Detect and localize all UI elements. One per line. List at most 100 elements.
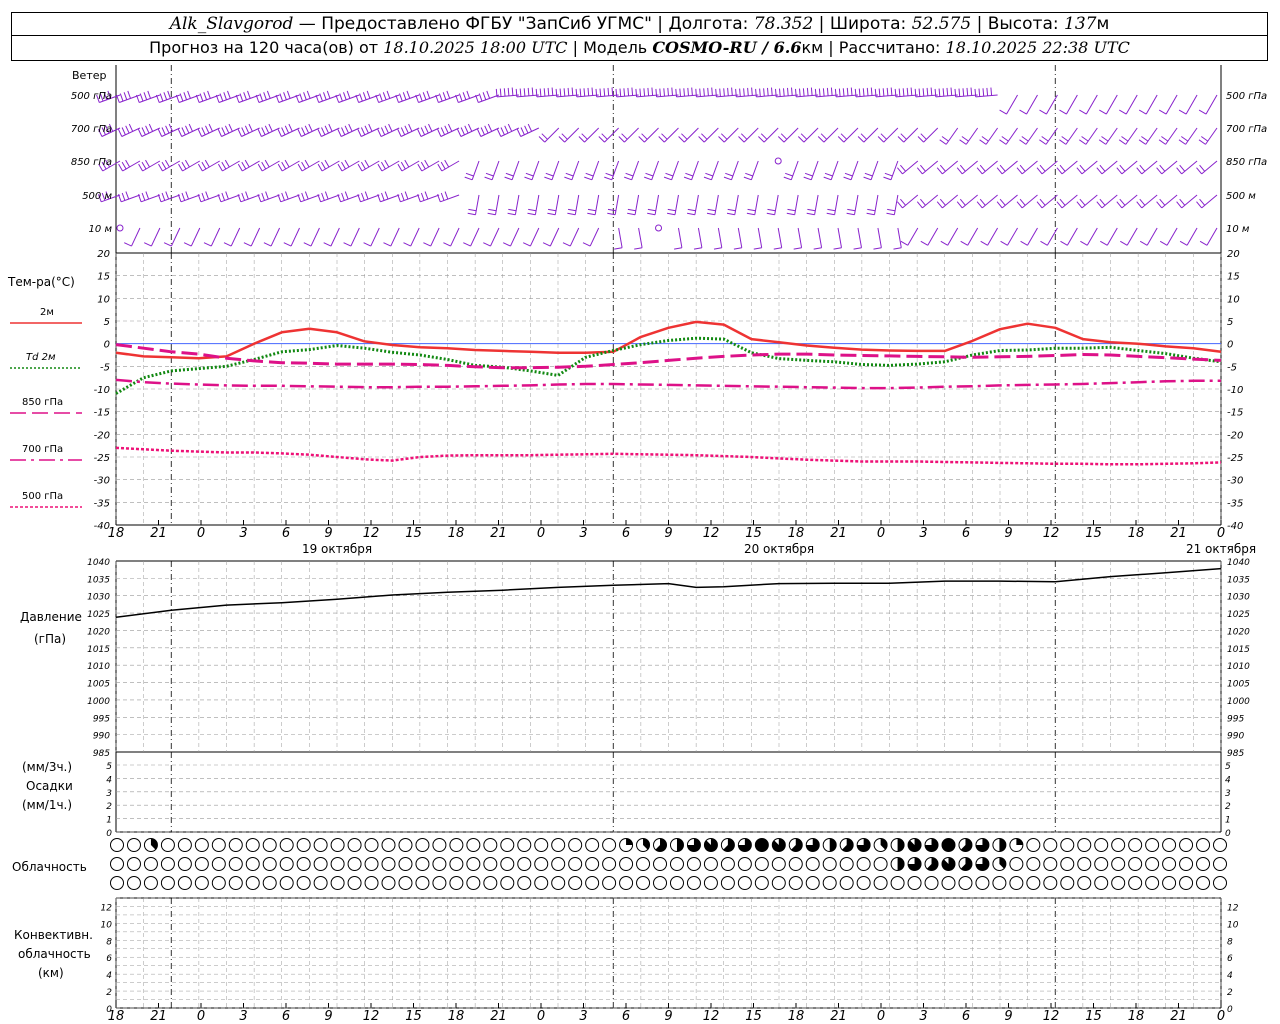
wind-barb-flag bbox=[360, 161, 366, 170]
wind-barb-flag bbox=[1119, 198, 1126, 206]
wind-barb-flag bbox=[468, 208, 477, 212]
cloud-circle bbox=[1060, 857, 1075, 871]
cloud-circle bbox=[211, 876, 226, 890]
wind-barb-shaft bbox=[1101, 194, 1118, 209]
wind-barb-shaft bbox=[1185, 127, 1198, 145]
wind-barb-shaft bbox=[614, 194, 620, 215]
cloud-circle bbox=[602, 857, 617, 871]
wind-barb-flag bbox=[1019, 198, 1026, 206]
cloud-circle bbox=[143, 857, 158, 871]
wind-barb-flag bbox=[524, 125, 529, 134]
wind-barb-flag bbox=[1159, 198, 1166, 206]
wind-barb-shaft bbox=[1041, 194, 1058, 209]
wind-barb-flag bbox=[304, 125, 310, 134]
cloud-circle bbox=[177, 857, 192, 871]
wind-barb-flag bbox=[800, 133, 808, 140]
wind-barb-flag bbox=[679, 88, 681, 97]
wind-barb-flag bbox=[408, 123, 413, 132]
wind-barb-flag bbox=[201, 192, 206, 201]
cloud-circle bbox=[279, 857, 294, 871]
wind-barb-flag bbox=[281, 161, 287, 170]
wind-barb-flag bbox=[806, 212, 815, 216]
wind-barb-flag bbox=[357, 163, 363, 172]
wind-barb-flag bbox=[306, 90, 311, 99]
wind-barb-flag bbox=[883, 176, 892, 181]
wind-barb-flag bbox=[555, 88, 558, 97]
wind-barb-shaft bbox=[341, 160, 360, 172]
day-label-0: 19 октября bbox=[302, 542, 372, 556]
wind-barb-flag bbox=[731, 87, 733, 96]
wind-barb-flag bbox=[603, 88, 606, 97]
wind-barb-flag bbox=[364, 159, 370, 168]
cloud-circle bbox=[602, 838, 617, 852]
wind-barb-flag bbox=[766, 212, 775, 216]
wind-barb-shaft bbox=[1185, 94, 1198, 115]
wind-barb-flag bbox=[675, 88, 677, 97]
wind-barb-flag bbox=[826, 212, 835, 216]
cloud-circle bbox=[619, 876, 634, 890]
wind-barb-flag bbox=[438, 93, 443, 102]
wind-barb-flag bbox=[145, 191, 150, 200]
pressure-ytick-left: 995 bbox=[93, 714, 110, 724]
cloud-circle bbox=[788, 857, 803, 871]
wind-barb-flag bbox=[583, 88, 586, 97]
wind-barb-flag bbox=[524, 176, 533, 181]
cloud-circle bbox=[364, 857, 379, 871]
cloud-circle bbox=[262, 857, 277, 871]
wind-barb-flag bbox=[217, 163, 223, 172]
wind-barb-flag bbox=[1120, 240, 1128, 246]
wind-barb-flag bbox=[614, 247, 623, 250]
cloud-circle bbox=[330, 838, 345, 852]
cloud-circle bbox=[1145, 876, 1160, 890]
wind-barb-flag bbox=[900, 164, 906, 172]
wind-barb-flag bbox=[651, 87, 654, 96]
wind-barb-shaft bbox=[1165, 127, 1178, 145]
wind-barb-flag bbox=[959, 198, 966, 206]
wind-barb-flag bbox=[400, 127, 406, 136]
wind-barb-flag bbox=[148, 123, 154, 132]
wind-barb-flag bbox=[158, 163, 163, 172]
wind-barb-shaft bbox=[1101, 160, 1118, 175]
pressure-ytick-right: 1040 bbox=[1227, 558, 1250, 568]
temp-ytick-right: 5 bbox=[1227, 317, 1233, 328]
cloud-circle bbox=[805, 857, 820, 871]
wind-barb-flag bbox=[793, 247, 802, 250]
wind-barb-flag bbox=[884, 172, 893, 177]
wind-barb-flag bbox=[419, 93, 423, 102]
wind-barb-flag bbox=[478, 93, 483, 102]
wind-barb-flag bbox=[685, 172, 694, 177]
wind-barb-flag bbox=[667, 87, 669, 96]
cloud-circle bbox=[1179, 876, 1194, 890]
cloud-circle bbox=[1060, 838, 1075, 852]
wind-barb-flag bbox=[665, 172, 674, 177]
cloud-circle bbox=[313, 838, 328, 852]
cloud-circle bbox=[1213, 857, 1227, 871]
cloud-circle bbox=[771, 876, 786, 890]
wind-barb-flag bbox=[1141, 136, 1149, 142]
wind-barb-shaft bbox=[697, 227, 703, 248]
wind-barb-flag bbox=[388, 123, 393, 132]
wind-level-left-1: 700 гПа bbox=[71, 124, 112, 135]
wind-barb-flag bbox=[440, 127, 446, 136]
cloud-circle bbox=[839, 876, 854, 890]
wind-barb-shaft bbox=[736, 94, 759, 98]
cloud-circle bbox=[381, 857, 396, 871]
wind-barb-flag bbox=[324, 159, 330, 168]
wind-barb-flag bbox=[607, 212, 616, 216]
wind-barb-shaft bbox=[1065, 94, 1078, 115]
wind-barb-shaft bbox=[671, 160, 679, 180]
wind-barb-flag bbox=[1079, 198, 1086, 206]
temp-ytick-left: 5 bbox=[104, 317, 110, 328]
wind-barb-flag bbox=[718, 136, 725, 143]
cloud-circle bbox=[1043, 838, 1058, 852]
wind-barb-flag bbox=[878, 88, 881, 97]
wind-barb-shaft bbox=[638, 227, 643, 248]
wind-barb-shaft bbox=[1125, 94, 1138, 115]
cloud-circle bbox=[110, 876, 124, 890]
wind-barb-shaft bbox=[734, 194, 739, 215]
wind-barb-flag bbox=[940, 240, 948, 246]
wind-barb-flag bbox=[802, 88, 805, 97]
wind-barb-flag bbox=[918, 88, 921, 97]
pressure-ytick-right: 1015 bbox=[1227, 645, 1250, 655]
conv-ytick-right: 0 bbox=[1227, 1005, 1233, 1015]
